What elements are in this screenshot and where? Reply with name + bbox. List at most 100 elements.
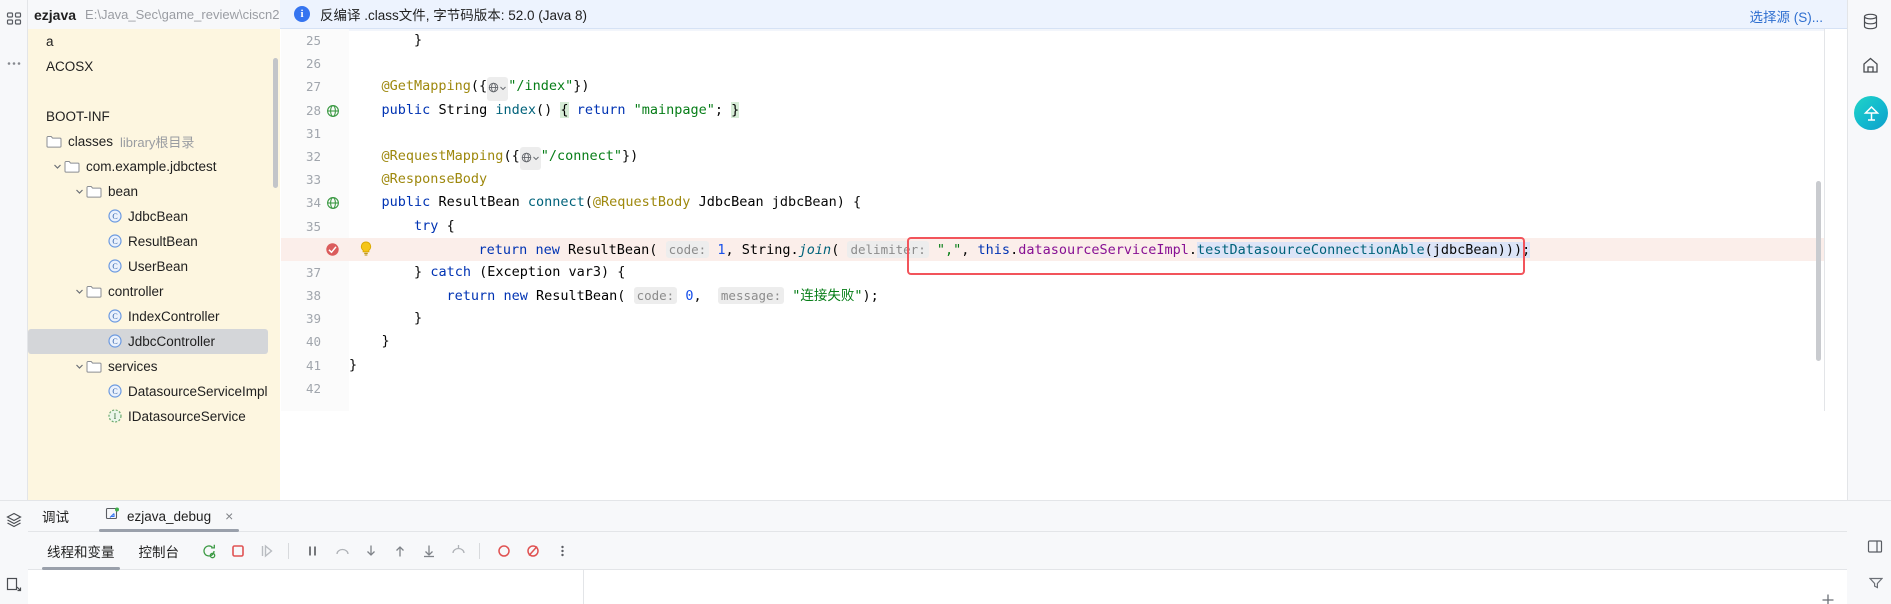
code-line[interactable]: 40 }: [281, 330, 1824, 353]
chevron-down-icon[interactable]: [72, 285, 86, 299]
tree-item-label: DatasourceServiceImpl: [128, 384, 268, 399]
project-view-icon[interactable]: [0, 4, 28, 34]
code-line[interactable]: 27 @GetMapping({"/index"}): [281, 75, 1824, 101]
stop-icon[interactable]: [225, 532, 251, 570]
tree-item-label: ResultBean: [128, 234, 198, 249]
debug-session-tab[interactable]: ezjava_debug ×: [99, 501, 240, 532]
code-line[interactable]: 25 }: [281, 29, 1824, 52]
line-number: 40: [305, 334, 321, 350]
code-line[interactable]: 42: [281, 377, 1824, 400]
tree-item-label: UserBean: [128, 259, 189, 274]
code-line[interactable]: 41}: [281, 354, 1824, 377]
run-to-cursor-icon[interactable]: [445, 532, 471, 570]
folder-icon: [64, 160, 81, 174]
line-number: 34: [305, 195, 321, 211]
add-icon[interactable]: [1821, 593, 1835, 604]
tree-item-com-example-jdbctest[interactable]: com.example.jdbctest: [28, 154, 280, 179]
tab-threads-and-variables[interactable]: 线程和变量: [42, 532, 120, 570]
choose-sources-button[interactable]: 选择源 (S)...: [1750, 6, 1824, 26]
folder-icon: [86, 185, 103, 199]
line-number: 26: [305, 56, 321, 72]
tree-item-label: classes: [68, 134, 114, 149]
tree-item-idatasourceservice[interactable]: I IDatasourceService: [28, 404, 280, 429]
chevron-placeholder: [32, 110, 46, 124]
project-tool-window[interactable]: ezjava E:\Java_Sec\game_review\ciscn2 aA…: [28, 0, 280, 500]
project-scrollbar[interactable]: [273, 58, 278, 188]
chevron-down-icon[interactable]: [72, 360, 86, 374]
code-line[interactable]: 26: [281, 52, 1824, 75]
threads-pane[interactable]: [28, 570, 584, 604]
layout-settings-icon[interactable]: [1867, 539, 1883, 558]
filter-icon[interactable]: [1868, 577, 1884, 592]
step-out-icon[interactable]: [416, 532, 442, 570]
banner-message: 反编译 .class文件, 字节码版本: 52.0 (Java 8): [320, 8, 588, 23]
tree-item-label: IDatasourceService: [128, 409, 246, 424]
code-line[interactable]: 34 public ResultBean connect(@RequestBod…: [281, 191, 1824, 214]
tree-item-datasourceserviceimpl[interactable]: C DatasourceServiceImpl: [28, 379, 280, 404]
analytics-icon[interactable]: [1848, 48, 1891, 82]
pause-icon[interactable]: [300, 532, 326, 570]
code-text: return new ResultBean( code: 1, String.j…: [478, 240, 1531, 258]
tree-item-bean[interactable]: bean: [28, 179, 280, 204]
code-line[interactable]: 32 @RequestMapping({"/connect"}): [281, 145, 1824, 171]
ai-assistant-avatar[interactable]: [1854, 96, 1888, 130]
line-number: 32: [305, 148, 321, 164]
tree-item-resultbean[interactable]: C ResultBean: [28, 229, 280, 254]
step-over-icon[interactable]: [329, 532, 355, 570]
svg-text:C: C: [112, 312, 117, 321]
run-gutter-icon[interactable]: [326, 195, 341, 210]
code-editor[interactable]: 25 } 26 27 @GetMapping({"/index"}) 28 publi…: [281, 29, 1825, 411]
close-icon[interactable]: ×: [225, 508, 233, 524]
tree-item-classes[interactable]: classes library根目录: [28, 129, 280, 154]
more-tool-windows-icon[interactable]: [0, 48, 28, 78]
line-number: 31: [305, 125, 321, 141]
tree-item-a[interactable]: a: [28, 29, 280, 54]
chevron-placeholder: [94, 410, 108, 424]
tree-item-services[interactable]: services: [28, 354, 280, 379]
editor-vertical-scrollbar[interactable]: [1816, 181, 1821, 361]
layers-icon[interactable]: [0, 503, 28, 537]
svg-text:I: I: [114, 412, 117, 421]
database-icon[interactable]: [1848, 4, 1891, 38]
tree-item-acosx[interactable]: ACOSX: [28, 54, 280, 79]
rerun-icon[interactable]: [196, 532, 222, 570]
tree-item-blank[interactable]: [28, 79, 280, 104]
chevron-down-icon[interactable]: [72, 185, 86, 199]
tree-item-jdbcbean[interactable]: C JdbcBean: [28, 204, 280, 229]
code-line[interactable]: 38 return new ResultBean( code: 0, messa…: [281, 284, 1824, 307]
breakpoint-icon[interactable]: [491, 532, 517, 570]
step-into-icon[interactable]: [358, 532, 384, 570]
tree-item-indexcontroller[interactable]: C IndexController: [28, 304, 280, 329]
tree-item-label: BOOT-INF: [46, 109, 110, 124]
toolbar-divider: [479, 542, 480, 559]
resume-icon[interactable]: [254, 532, 280, 570]
code-text: } catch (Exception var3) {: [414, 263, 626, 280]
more-vertical-icon[interactable]: [549, 532, 575, 570]
code-text: public String index() { return "mainpage…: [381, 101, 740, 118]
code-line[interactable]: 28 public String index() { return "mainp…: [281, 99, 1824, 122]
code-line[interactable]: 33 @ResponseBody: [281, 168, 1824, 191]
tree-item-controller[interactable]: controller: [28, 279, 280, 304]
decompiler-notification-banner: i 反编译 .class文件, 字节码版本: 52.0 (Java 8) 选择源…: [280, 0, 1891, 29]
intention-bulb-icon[interactable]: [359, 241, 375, 258]
tree-item-label: ACOSX: [46, 59, 94, 74]
code-line[interactable]: 31: [281, 122, 1824, 145]
debug-window-toggle-icon[interactable]: [0, 567, 28, 601]
run-gutter-icon[interactable]: [326, 103, 341, 118]
tab-console[interactable]: 控制台: [134, 532, 185, 570]
chevron-down-icon[interactable]: [50, 160, 64, 174]
svg-text:C: C: [112, 237, 117, 246]
code-line[interactable]: return new ResultBean( code: 1, String.j…: [281, 237, 1824, 261]
tree-item-jdbccontroller[interactable]: C JdbcController: [28, 329, 268, 354]
mute-breakpoint-icon[interactable]: [520, 532, 546, 570]
tree-item-boot-inf[interactable]: BOOT-INF: [28, 104, 280, 129]
tree-item-userbean[interactable]: C UserBean: [28, 254, 280, 279]
code-lines-container[interactable]: 25 } 26 27 @GetMapping({"/index"}) 28 publi…: [281, 29, 1824, 411]
line-number: 25: [305, 33, 321, 48]
breakpoint-icon[interactable]: [325, 242, 340, 257]
code-line[interactable]: 35 try {: [281, 215, 1824, 238]
variables-pane[interactable]: [584, 570, 1847, 604]
force-step-into-icon[interactable]: [387, 532, 413, 570]
code-line[interactable]: 37 } catch (Exception var3) {: [281, 261, 1824, 284]
code-line[interactable]: 39 }: [281, 307, 1824, 330]
